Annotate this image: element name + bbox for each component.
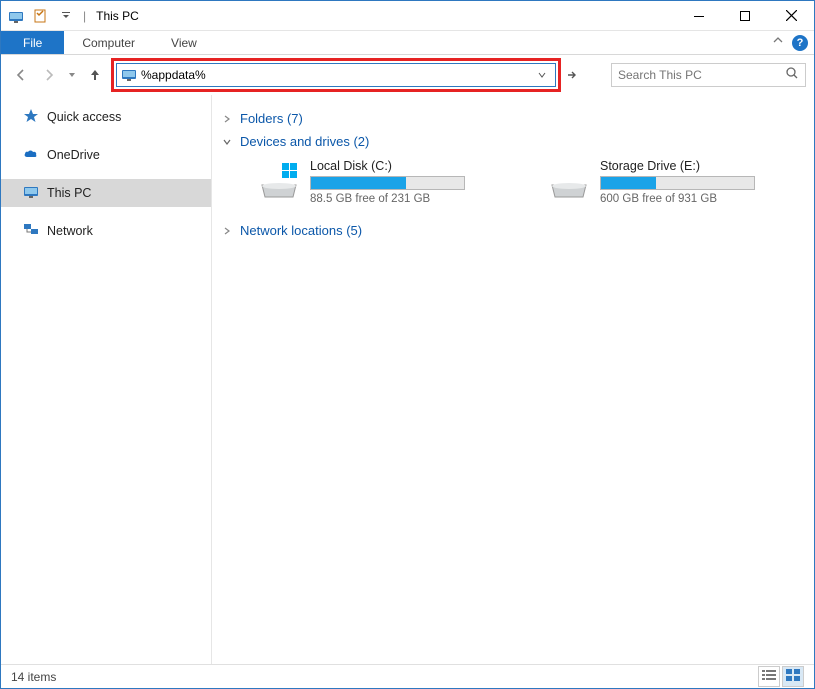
- address-highlight: %appdata%: [111, 58, 561, 92]
- chevron-down-icon: [222, 137, 234, 147]
- qat-dropdown-icon[interactable]: [55, 5, 77, 27]
- sidebar-item-this-pc[interactable]: This PC: [1, 179, 211, 207]
- section-title: Devices and drives (2): [240, 134, 369, 149]
- navigation-pane: Quick access OneDrive This PC: [1, 95, 212, 664]
- ribbon-tabs: File Computer View ?: [1, 31, 814, 55]
- details-view-icon[interactable]: [758, 666, 780, 687]
- go-button[interactable]: [561, 63, 583, 87]
- maximize-button[interactable]: [722, 1, 768, 31]
- help-icon[interactable]: ?: [792, 35, 808, 51]
- drive-item[interactable]: Local Disk (C:) 88.5 GB free of 231 GB: [258, 159, 508, 205]
- sidebar-label: This PC: [47, 186, 91, 200]
- file-tab[interactable]: File: [1, 31, 64, 54]
- address-bar[interactable]: %appdata%: [116, 63, 556, 87]
- drive-info: Storage Drive (E:) 600 GB free of 931 GB: [600, 159, 798, 205]
- close-button[interactable]: [768, 1, 814, 31]
- network-locations-section-header[interactable]: Network locations (5): [220, 219, 806, 242]
- window-title: This PC: [96, 9, 139, 23]
- title-separator: |: [83, 9, 86, 23]
- network-icon: [23, 222, 39, 241]
- ribbon-collapse-icon[interactable]: [772, 34, 784, 52]
- address-bar-wrapper: %appdata%: [111, 58, 607, 92]
- sidebar-item-network[interactable]: Network: [1, 217, 211, 245]
- back-button[interactable]: [9, 63, 33, 87]
- search-input[interactable]: [618, 68, 785, 82]
- forward-button[interactable]: [37, 63, 61, 87]
- address-input[interactable]: %appdata%: [141, 68, 529, 82]
- properties-icon[interactable]: [30, 5, 52, 27]
- section-title: Network locations (5): [240, 223, 362, 238]
- status-item-count: 14 items: [11, 670, 56, 684]
- status-bar: 14 items: [1, 664, 814, 688]
- view-tab[interactable]: View: [153, 31, 215, 54]
- chevron-right-icon: [222, 226, 234, 236]
- title-bar: | This PC: [1, 1, 814, 31]
- drive-usage-fill: [311, 177, 406, 189]
- recent-locations-icon[interactable]: [65, 63, 79, 87]
- drive-free-text: 88.5 GB free of 231 GB: [310, 193, 508, 205]
- drives-list: Local Disk (C:) 88.5 GB free of 231 GB: [220, 153, 806, 219]
- devices-section-header[interactable]: Devices and drives (2): [220, 130, 806, 153]
- drive-info: Local Disk (C:) 88.5 GB free of 231 GB: [310, 159, 508, 205]
- navigation-bar: %appdata%: [1, 55, 814, 95]
- address-dropdown-icon[interactable]: [533, 70, 551, 80]
- sidebar-label: OneDrive: [47, 148, 100, 162]
- star-icon: [23, 108, 39, 127]
- large-icons-view-icon[interactable]: [782, 666, 804, 687]
- content-pane: Folders (7) Devices and drives (2): [212, 95, 814, 664]
- this-pc-icon: [121, 67, 137, 83]
- sidebar-item-onedrive[interactable]: OneDrive: [1, 141, 211, 169]
- computer-tab[interactable]: Computer: [64, 31, 153, 54]
- app-icon[interactable]: [5, 5, 27, 27]
- storage-drive-icon: [548, 159, 590, 201]
- body: Quick access OneDrive This PC: [1, 95, 814, 664]
- this-pc-icon: [23, 184, 39, 203]
- chevron-right-icon: [222, 114, 234, 124]
- local-disk-icon: [258, 159, 300, 201]
- up-button[interactable]: [83, 63, 107, 87]
- minimize-button[interactable]: [676, 1, 722, 31]
- sidebar-item-quick-access[interactable]: Quick access: [1, 103, 211, 131]
- folders-section-header[interactable]: Folders (7): [220, 107, 806, 130]
- drive-free-text: 600 GB free of 931 GB: [600, 193, 798, 205]
- search-icon[interactable]: [785, 66, 799, 85]
- drive-name: Local Disk (C:): [310, 159, 508, 173]
- sidebar-label: Quick access: [47, 110, 121, 124]
- title-bar-left: | This PC: [1, 5, 676, 27]
- drive-name: Storage Drive (E:): [600, 159, 798, 173]
- view-mode-buttons: [758, 666, 804, 687]
- drive-usage-fill: [601, 177, 656, 189]
- sidebar-label: Network: [47, 224, 93, 238]
- section-title: Folders (7): [240, 111, 303, 126]
- search-box[interactable]: [611, 63, 806, 87]
- file-explorer-window: | This PC File Computer View ?: [0, 0, 815, 689]
- window-controls: [676, 1, 814, 31]
- drive-item[interactable]: Storage Drive (E:) 600 GB free of 931 GB: [548, 159, 798, 205]
- drive-usage-bar: [310, 176, 465, 190]
- ribbon-right: ?: [772, 31, 814, 54]
- onedrive-icon: [23, 146, 39, 165]
- drive-usage-bar: [600, 176, 755, 190]
